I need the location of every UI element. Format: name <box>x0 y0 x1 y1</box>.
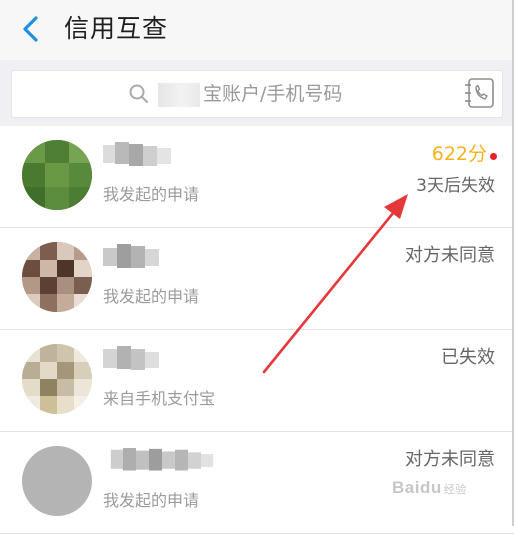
request-source: 我发起的申请 <box>103 185 200 204</box>
blurred-name <box>103 142 171 166</box>
avatar <box>22 446 92 516</box>
list-item[interactable]: 我发起的申请 622分 3天后失效 <box>0 126 514 228</box>
request-status: 对方未同意 <box>405 449 495 470</box>
blurred-name <box>103 346 159 370</box>
watermark-sub: 经验 <box>443 484 467 496</box>
credit-score: 622分 <box>431 143 487 165</box>
request-status: 对方未同意 <box>405 245 495 266</box>
request-source: 我发起的申请 <box>103 287 200 306</box>
watermark-main: Baidu <box>392 478 442 497</box>
request-status: 已失效 <box>441 347 495 368</box>
unread-dot <box>490 153 497 160</box>
avatar <box>22 242 92 312</box>
blurred-placeholder-prefix <box>158 83 200 107</box>
credit-check-list: 我发起的申请 622分 3天后失效 我发起的申请 对方未同意 来自手机支付宝 已… <box>0 126 514 534</box>
search-bar-area: 宝账户/手机号码 <box>0 60 514 126</box>
search-input[interactable]: 宝账户/手机号码 <box>11 70 503 118</box>
blurred-name <box>110 448 214 471</box>
avatar <box>22 344 92 414</box>
nav-header: 信用互查 <box>0 0 514 60</box>
baidu-watermark: Baidu 经验 <box>392 478 467 498</box>
search-icon <box>129 84 148 103</box>
avatar <box>22 140 92 210</box>
blurred-name <box>103 244 159 268</box>
chevron-left-icon[interactable] <box>20 15 42 43</box>
contact-phone-icon[interactable] <box>462 76 496 110</box>
expiry-text: 3天后失效 <box>416 176 495 196</box>
list-item[interactable]: 我发起的申请 对方未同意 <box>0 228 514 330</box>
list-item[interactable]: 来自手机支付宝 已失效 <box>0 330 514 432</box>
request-source: 来自手机支付宝 <box>103 389 216 408</box>
page-title: 信用互查 <box>64 14 169 43</box>
request-source: 我发起的申请 <box>103 491 200 510</box>
search-placeholder: 宝账户/手机号码 <box>203 83 343 105</box>
